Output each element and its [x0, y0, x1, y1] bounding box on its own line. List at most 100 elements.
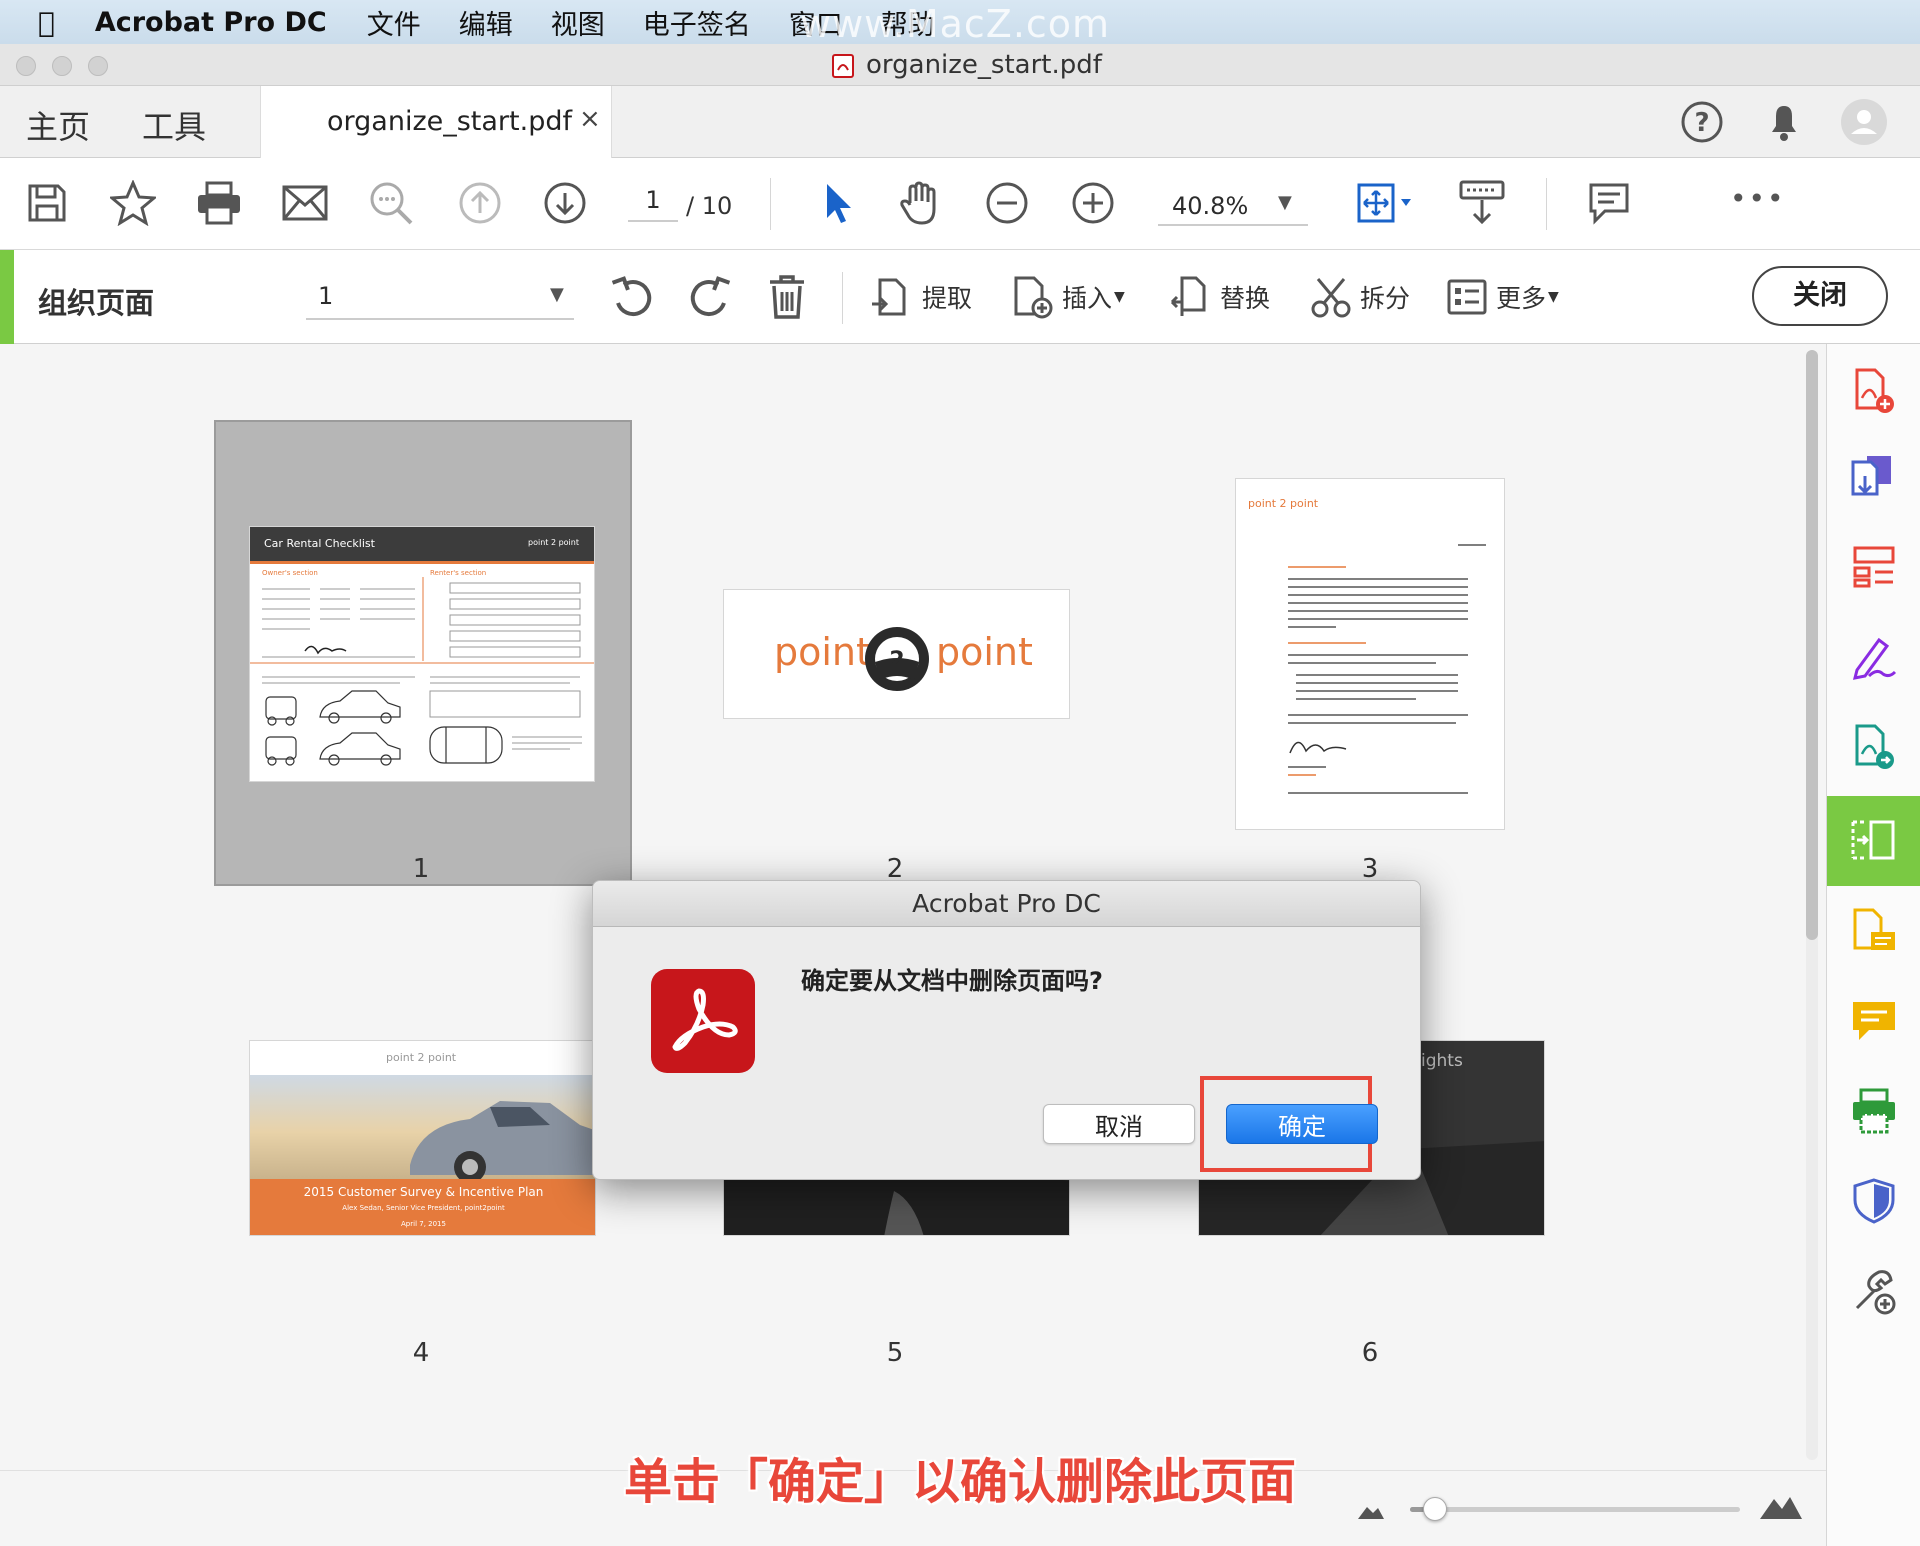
checklist-brand: point 2 point [528, 538, 579, 547]
letter-brand: point 2 point [1248, 497, 1319, 510]
scissors-icon [1311, 278, 1351, 318]
create-pdf-icon[interactable] [1849, 366, 1899, 416]
presentation-brand: point 2 point [386, 1051, 457, 1064]
rotate-ccw-icon[interactable] [610, 272, 664, 322]
select-cursor-icon[interactable] [812, 178, 862, 228]
comment-icon[interactable] [1584, 178, 1634, 228]
split-label: 拆分 [1360, 284, 1411, 313]
save-icon[interactable] [22, 178, 72, 228]
owner-section-label: Owner's section [262, 569, 318, 577]
presentation-author: Alex Sedan, Senior Vice President, point… [342, 1204, 505, 1212]
print-production-icon[interactable] [1849, 1086, 1899, 1136]
more-options-label: 更多 [1496, 284, 1547, 313]
pdf-file-icon [832, 54, 854, 78]
rotate-cw-icon[interactable] [686, 272, 740, 322]
tab-document-label: organize_start.pdf [327, 106, 572, 137]
email-icon[interactable] [280, 178, 330, 228]
toolbar-divider [770, 178, 771, 230]
replace-button[interactable]: 替换 [1168, 272, 1270, 322]
tutorial-caption: 单击「确定」以确认删除此页面 [623, 1454, 1296, 1510]
combine-files-icon[interactable] [1849, 452, 1899, 502]
page-number-1: 1 [412, 854, 430, 884]
insert-button[interactable]: 插入 ▼ [1010, 272, 1125, 322]
scroll-mode-icon[interactable] [1454, 178, 1510, 228]
bell-icon[interactable] [1764, 100, 1804, 144]
cancel-button[interactable]: 取消 [1043, 1104, 1195, 1144]
organize-pages-active-tab[interactable] [1827, 796, 1920, 886]
bookmark-star-icon[interactable] [108, 178, 158, 228]
protect-shield-icon[interactable] [1849, 1176, 1899, 1226]
presentation-date: April 7, 2015 [401, 1220, 446, 1228]
minimize-window-button[interactable] [52, 56, 72, 76]
prev-page-icon[interactable] [455, 178, 505, 228]
page-thumbnail-2[interactable]: point 2 point [723, 589, 1070, 719]
organize-accent-strip [0, 250, 14, 344]
menu-esign[interactable]: 电子签名 [643, 3, 751, 42]
more-tools-icon[interactable]: ••• [1730, 182, 1786, 215]
fill-sign-icon[interactable] [1849, 632, 1899, 682]
next-page-icon[interactable] [540, 178, 590, 228]
ok-button[interactable]: 确定 [1226, 1104, 1378, 1144]
delete-confirm-dialog: Acrobat Pro DC 确定要从文档中删除页面吗? 取消 确定 [592, 880, 1421, 1180]
page-number-input[interactable]: 1 [628, 186, 678, 222]
vertical-scrollbar[interactable] [1806, 350, 1818, 1460]
checklist-form-graphic [250, 577, 594, 766]
tab-close-icon[interactable]: × [579, 104, 601, 134]
print-icon[interactable] [194, 178, 244, 228]
chevron-down-icon: ▼ [1548, 289, 1559, 305]
chevron-down-icon: ▼ [1278, 192, 1292, 213]
organize-pages-panel-icon[interactable] [1849, 542, 1899, 592]
zoom-window-button[interactable] [88, 56, 108, 76]
avatar-icon[interactable] [1840, 98, 1888, 146]
checklist-title: Car Rental Checklist [264, 537, 375, 550]
watermark: www.MacZ.com [800, 2, 1111, 46]
close-window-button[interactable] [16, 56, 36, 76]
letter-body-graphic [1288, 544, 1486, 794]
page-thumbnail-3[interactable]: point 2 point [1235, 478, 1505, 830]
comment-file-icon[interactable] [1849, 906, 1899, 956]
page-total: / 10 [686, 192, 733, 220]
zoom-out-icon[interactable] [982, 178, 1032, 228]
logo-number: 2 [889, 648, 904, 673]
renter-section-label: Renter's section [430, 569, 487, 577]
more-options-button[interactable]: 更多 ▼ [1446, 272, 1559, 322]
extract-button[interactable]: 提取 [870, 272, 972, 322]
presentation-title: 2015 Customer Survey & Incentive Plan [303, 1185, 544, 1199]
tab-bar: 主页 工具 organize_start.pdf × ? [0, 86, 1920, 158]
more-tools-wrench-icon[interactable] [1849, 1266, 1899, 1316]
split-button[interactable]: 拆分 [1310, 272, 1410, 322]
delete-trash-icon[interactable] [766, 272, 816, 322]
page-thumbnail-4[interactable]: point 2 point 2015 Customer Survey & Inc… [249, 1040, 596, 1236]
zoom-in-icon[interactable] [1068, 178, 1118, 228]
adobe-acrobat-logo-icon [651, 969, 755, 1073]
page-thumbnail-1[interactable]: Car Rental Checklist point 2 point Owner… [249, 526, 595, 782]
page-range-select[interactable]: 1 ▼ [306, 276, 574, 320]
organize-toolbar: 组织页面 1 ▼ 提取 插入 ▼ 替换 拆分 更多 ▼ 关闭 [0, 250, 1920, 344]
page-number-5: 5 [886, 1338, 904, 1368]
replace-page-icon [1170, 276, 1206, 316]
help-icon[interactable]: ? [1680, 100, 1724, 144]
tab-tools[interactable]: 工具 [142, 102, 206, 148]
menu-view[interactable]: 视图 [551, 3, 605, 42]
title-bar: organize_start.pdf [0, 44, 1920, 86]
scrollbar-thumb[interactable] [1806, 350, 1818, 940]
apple-icon[interactable]:  [38, 6, 55, 39]
close-organize-button[interactable]: 关闭 [1752, 266, 1888, 326]
export-pdf-icon[interactable] [1849, 722, 1899, 772]
organize-active-icon [1851, 820, 1895, 860]
comment-panel-icon[interactable] [1849, 996, 1899, 1046]
search-icon[interactable] [366, 178, 416, 228]
page-display-icon[interactable] [1350, 178, 1420, 228]
hand-tool-icon[interactable] [896, 178, 946, 228]
tab-document[interactable]: organize_start.pdf × [260, 86, 612, 158]
brand-text-left: point [774, 630, 871, 674]
menu-edit[interactable]: 编辑 [459, 3, 513, 42]
insert-page-icon [1014, 276, 1053, 319]
extract-icon [872, 278, 906, 316]
menu-app[interactable]: Acrobat Pro DC [95, 7, 327, 38]
zoom-select[interactable]: 40.8% ▼ [1158, 186, 1308, 226]
insert-label: 插入 [1062, 284, 1113, 313]
svg-text:?: ? [1694, 108, 1709, 138]
menu-file[interactable]: 文件 [367, 3, 421, 42]
tab-home[interactable]: 主页 [26, 102, 90, 148]
